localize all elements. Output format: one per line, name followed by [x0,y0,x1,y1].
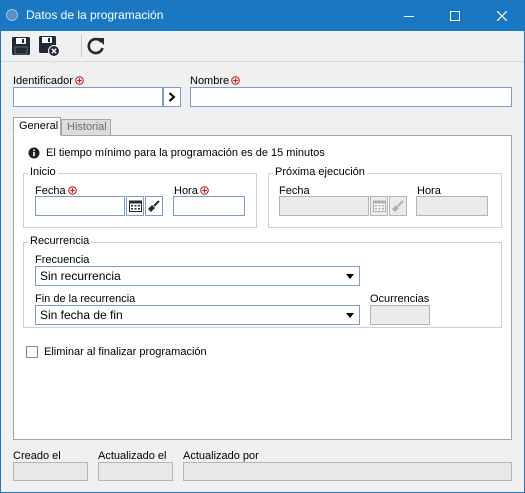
eraser-icon [148,200,160,212]
chevron-right-icon [168,92,176,102]
created-label: Creado el [13,450,61,462]
delete-on-finish-label: Eliminar al finalizar programación [44,346,207,358]
toolbar-divider [1,61,524,62]
proxima-calendar-button [370,196,388,216]
occurrences-label: Ocurrencias [370,293,430,305]
refresh-button[interactable] [84,34,108,58]
end-recurrence-select-value: Sin fecha de fin [40,308,123,322]
end-recurrence-label: Fin de la recurrencia [35,293,136,305]
calendar-icon [128,200,142,212]
eraser-icon [392,200,404,212]
dropdown-arrow-icon [346,274,354,279]
dropdown-arrow-icon [346,313,354,318]
required-icon [200,186,209,195]
inicio-clear-button[interactable] [145,196,163,216]
close-button[interactable] [479,0,525,31]
inicio-calendar-button[interactable] [126,196,144,216]
required-icon [231,76,240,85]
name-label-text: Nombre [190,75,230,87]
frequency-select[interactable]: Sin recurrencia [35,266,360,286]
required-icon [75,76,84,85]
window-title: Datos de la programación [26,8,164,22]
proxima-date-input [279,196,369,216]
proxima-clear-button [389,196,407,216]
inicio-title: Inicio [28,166,58,178]
recurrencia-title: Recurrencia [28,235,92,247]
frequency-label: Frecuencia [35,254,90,266]
required-icon [67,186,77,195]
minimize-icon [404,15,414,17]
updated-by-label: Actualizado por [183,450,259,462]
updated-input [98,462,173,481]
name-label: Nombre [190,75,240,87]
general-panel: El tiempo mínimo para la programación es… [13,135,512,440]
title-bar: Datos de la programación [0,0,525,31]
updated-label: Actualizado el [98,450,167,462]
name-input[interactable] [190,87,512,107]
occurrences-input [370,305,430,325]
close-icon [497,10,507,21]
toolbar-separator [81,35,82,57]
frequency-select-value: Sin recurrencia [40,269,121,283]
info-icon [28,147,40,159]
created-input [13,462,88,481]
proxima-time-input [416,196,488,216]
inicio-time-input[interactable] [173,196,245,216]
identifier-input[interactable] [13,87,163,107]
floppy-disk-close-icon [39,36,60,57]
proxima-title: Próxima ejecución [273,166,367,178]
save-button[interactable] [9,34,33,58]
info-text: El tiempo mínimo para la programación es… [46,147,325,159]
maximize-button[interactable] [432,0,478,31]
save-and-close-button[interactable] [37,34,61,58]
maximize-icon [450,10,460,21]
inicio-date-input[interactable] [35,196,125,216]
calendar-icon [372,200,386,212]
toolbar [1,31,524,60]
identifier-label: Identificador [13,75,84,87]
tab-general[interactable]: General [13,117,61,136]
app-icon [6,9,18,21]
floppy-disk-icon [12,37,30,55]
end-recurrence-select[interactable]: Sin fecha de fin [35,305,360,325]
identifier-next-button[interactable] [163,87,181,107]
delete-on-finish-checkbox[interactable] [26,346,38,358]
tab-historial[interactable]: Historial [61,119,111,136]
identifier-label-text: Identificador [13,75,73,87]
minimize-button[interactable] [386,0,432,31]
refresh-icon [87,37,104,55]
updated-by-input [183,462,512,481]
